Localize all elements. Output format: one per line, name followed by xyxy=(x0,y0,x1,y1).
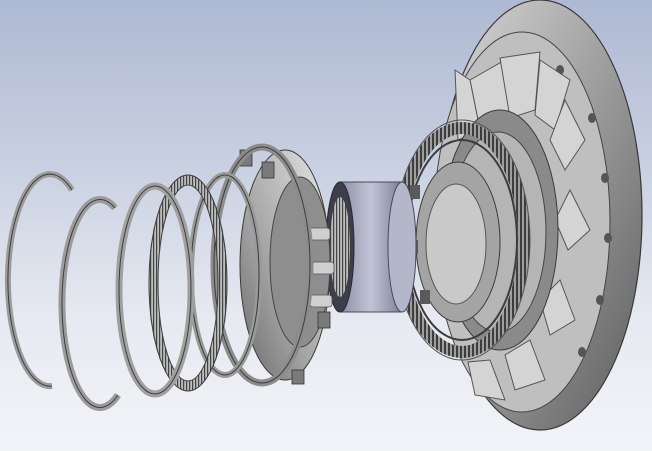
snap-ring-inner xyxy=(58,196,121,411)
cad-viewport xyxy=(0,0,652,451)
bearing-sleeve xyxy=(325,181,417,313)
planet-carrier xyxy=(239,149,335,385)
exploded-assembly xyxy=(4,0,643,431)
